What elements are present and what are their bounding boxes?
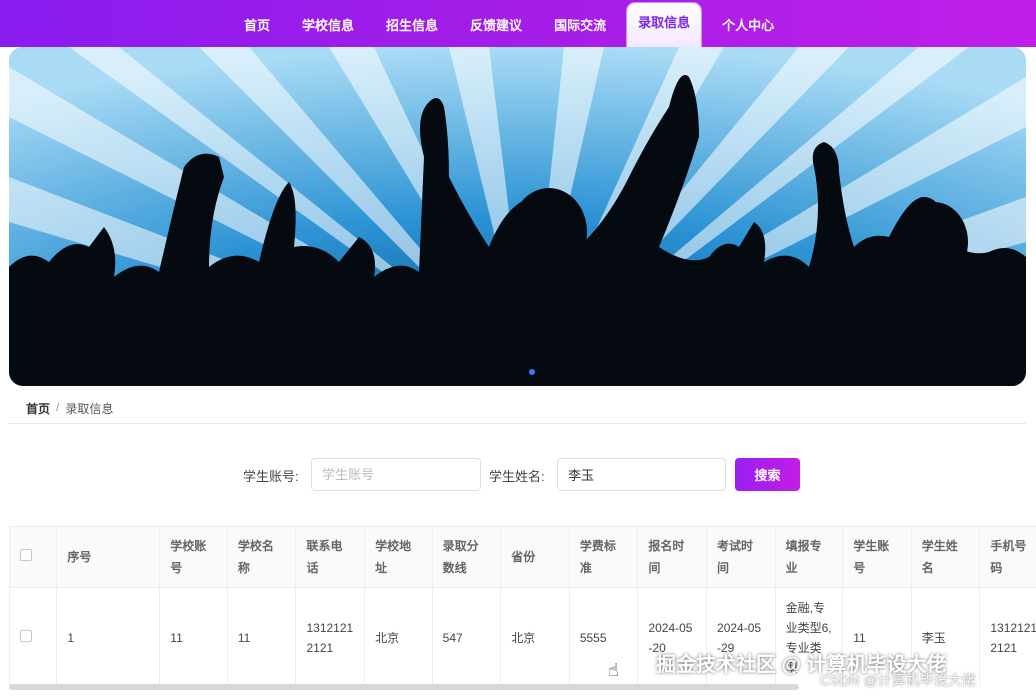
table-cell: 11: [159, 587, 228, 686]
table-header-cell: 录取分数线: [431, 526, 502, 588]
top-nav: 首页 学校信息 招生信息 反馈建议 国际交流 录取信息 个人中心: [0, 0, 1036, 47]
hand-cursor-icon: ☝: [608, 660, 619, 680]
header-select-all[interactable]: [9, 526, 58, 588]
select-all-checkbox[interactable]: [20, 549, 32, 561]
banner-carousel[interactable]: [9, 47, 1026, 386]
table-cell: 北京: [364, 587, 433, 686]
table-cell: 1: [56, 587, 161, 686]
nav-item-feedback[interactable]: 反馈建议: [459, 5, 533, 47]
row-select-cell[interactable]: [9, 587, 58, 686]
breadcrumb-separator: /: [56, 400, 60, 414]
csdn-watermark: CSDN @计算机毕设大佬: [820, 672, 976, 688]
breadcrumb-current: 录取信息: [65, 402, 114, 416]
table-header-row: 序号 学校账号 学校名称 联系电话 学校地址 录取分数线 省份 学费标准 报名时…: [9, 526, 1036, 588]
table-cell: 13121212121: [295, 587, 366, 686]
table-header-cell: 学费标准: [568, 526, 639, 588]
banner-image: [9, 47, 1026, 386]
carousel-indicator-dot[interactable]: [529, 369, 535, 375]
table-cell: 北京: [500, 587, 570, 686]
student-name-input[interactable]: [557, 458, 726, 491]
student-account-input[interactable]: [311, 458, 481, 491]
table-header-cell: 报名时间: [637, 526, 708, 588]
table-header-cell: 学校账号: [159, 526, 228, 588]
search-button[interactable]: 搜索: [735, 458, 800, 491]
nav-item-home[interactable]: 首页: [233, 5, 281, 47]
table-header-cell: 手机号码: [979, 526, 1036, 588]
table-header-cell: 联系电话: [295, 526, 366, 588]
table-header-cell: 考试时间: [706, 526, 776, 588]
table-header-cell: 学校名称: [226, 526, 297, 588]
table-cell: 13121212121: [979, 587, 1036, 686]
horizontal-scrollbar[interactable]: [9, 684, 799, 690]
student-name-label: 学生姓名:: [489, 469, 545, 484]
nav-item-school-info[interactable]: 学校信息: [291, 5, 365, 47]
table-cell: 11: [226, 587, 297, 686]
table-cell: 5555: [568, 587, 639, 686]
table-header-cell: 序号: [56, 526, 161, 588]
nav-item-personal-center[interactable]: 个人中心: [711, 5, 785, 47]
nav-item-enrollment-info[interactable]: 招生信息: [375, 5, 449, 47]
table-header-cell: 学生姓名: [910, 526, 981, 588]
nav-item-admission-info[interactable]: 录取信息: [627, 3, 702, 47]
divider: [9, 423, 1026, 424]
table-cell: 547: [431, 587, 502, 686]
breadcrumb: 首页 / 录取信息: [26, 400, 113, 417]
table-header-cell: 学生账号: [842, 526, 912, 588]
student-account-label: 学生账号:: [243, 469, 299, 484]
table-header-cell: 省份: [500, 526, 570, 588]
table-header-cell: 学校地址: [364, 526, 433, 588]
table-header-cell: 填报专业: [774, 526, 844, 588]
breadcrumb-home[interactable]: 首页: [26, 400, 50, 417]
row-checkbox[interactable]: [20, 629, 32, 642]
nav-item-international-exchange[interactable]: 国际交流: [543, 5, 617, 47]
